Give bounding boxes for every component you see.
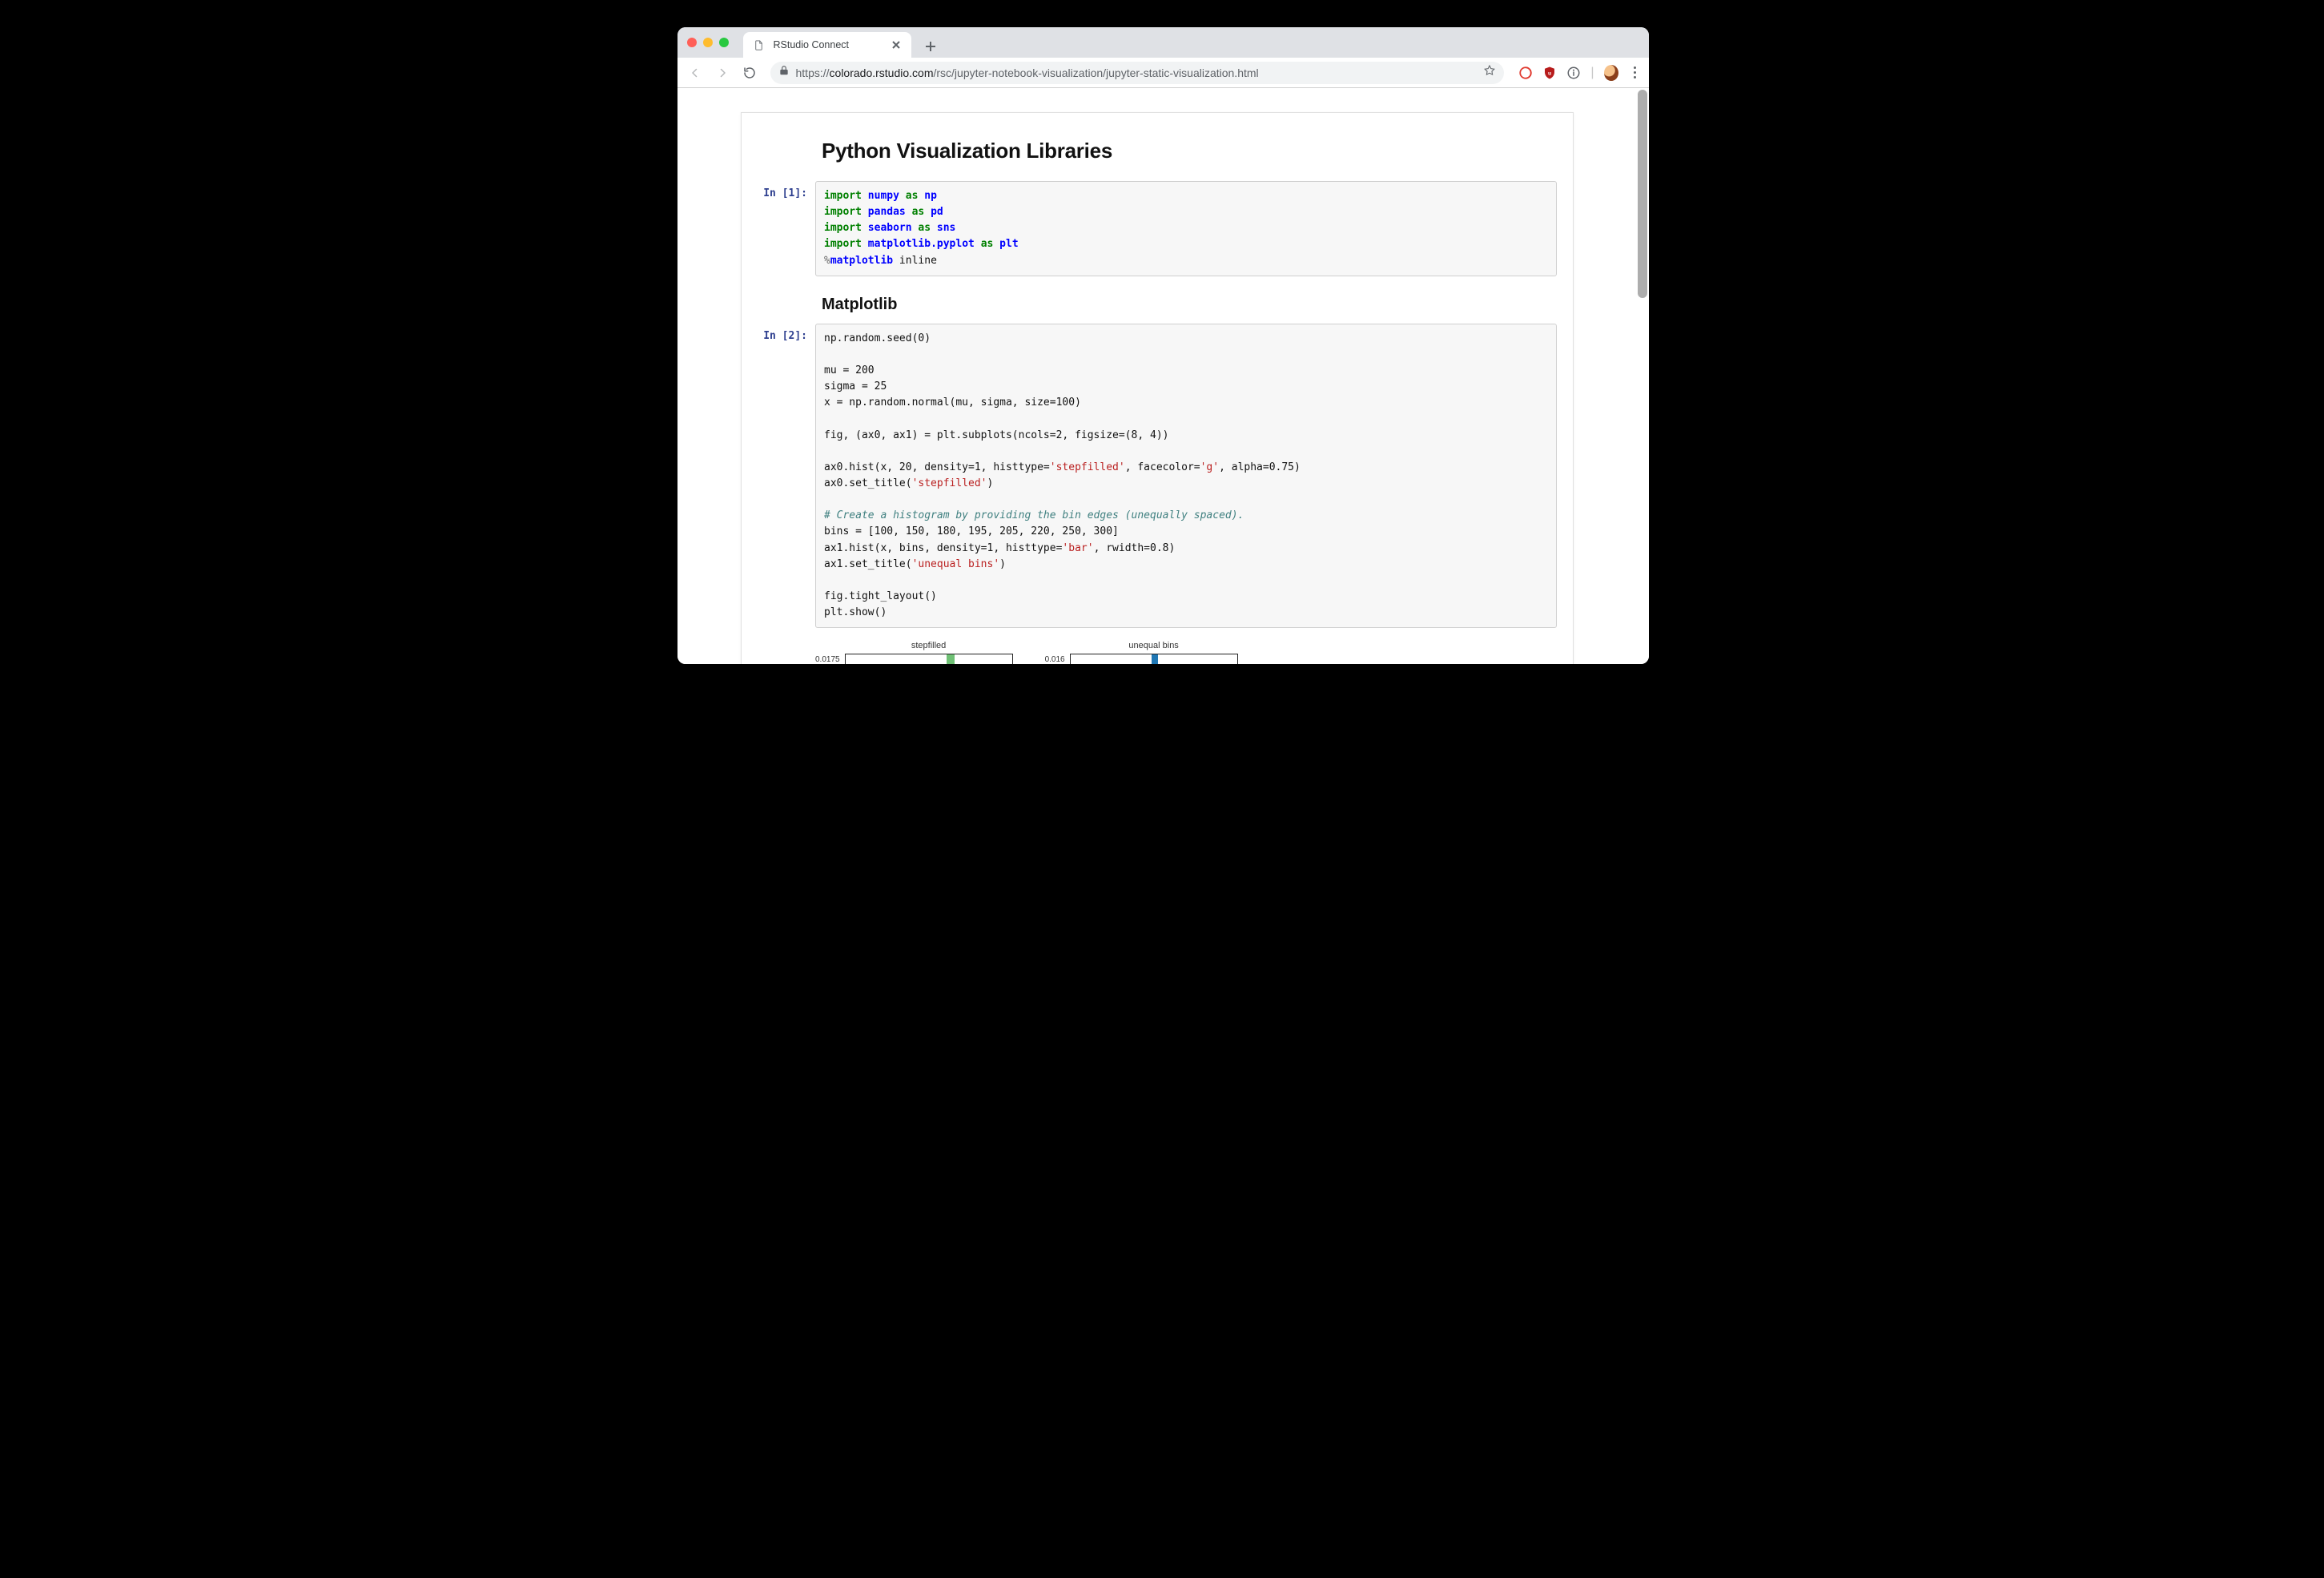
url-scheme: https:// [796,66,830,79]
url-host: colorado.rstudio.com [830,66,934,79]
bookmark-star-icon[interactable] [1483,64,1496,81]
axes-right [1070,654,1238,664]
bars-stepfilled [870,654,1009,664]
section-heading-matplotlib: Matplotlib [822,296,1557,314]
subplot-stepfilled: 0.01750.01500.01250.01000.0075 stepfille… [815,641,1013,664]
minimize-window-button[interactable] [703,38,713,47]
axes-left [845,654,1013,664]
browser-window: RStudio Connect [677,27,1649,664]
tab-active[interactable]: RStudio Connect [743,32,911,58]
zoom-window-button[interactable] [719,38,729,47]
cell-output-2: 0.01750.01500.01250.01000.0075 stepfille… [815,641,1557,664]
tab-close-button[interactable] [891,39,902,50]
y-tick-labels-left: 0.01750.01500.01250.01000.0075 [815,641,845,664]
tab-title: RStudio Connect [774,39,883,50]
site-info-icon[interactable] [1566,66,1581,80]
cell-prompt: In [1]: [758,181,815,199]
toolbar: https://colorado.rstudio.com/rsc/jupyter… [677,58,1649,88]
extensions: u | [1514,66,1642,80]
file-icon [753,38,766,51]
url-path: /rsc/jupyter-notebook-visualization/jupy… [933,66,1258,79]
figure-row: 0.01750.01500.01250.01000.0075 stepfille… [815,641,1557,664]
address-bar[interactable]: https://colorado.rstudio.com/rsc/jupyter… [770,62,1505,84]
vertical-scrollbar[interactable] [1638,90,1647,298]
page: Python Visualization Libraries In [1]: i… [677,88,1638,664]
svg-text:u: u [1548,70,1551,76]
stage: RStudio Connect [633,0,1691,697]
notebook-container: Python Visualization Libraries In [1]: i… [741,112,1574,664]
new-tab-button[interactable] [919,35,942,58]
axes-title-right: unequal bins [1070,641,1238,650]
profile-avatar[interactable] [1604,66,1618,80]
viewport: Python Visualization Libraries In [1]: i… [677,88,1649,664]
axes-title-left: stepfilled [845,641,1013,650]
url-text: https://colorado.rstudio.com/rsc/jupyter… [796,66,1259,79]
back-button[interactable] [684,62,706,84]
extension-ublock-icon[interactable]: u [1542,66,1557,80]
code-input-1[interactable]: import numpy as np import pandas as pd i… [815,181,1557,276]
window-controls [687,27,737,58]
y-tick-labels-right: 0.0160.0140.0120.0100.0080.006 [1045,641,1070,664]
page-title: Python Visualization Libraries [822,139,1557,163]
lock-icon [778,65,790,80]
extension-red-swirl-icon[interactable] [1518,66,1533,80]
reload-button[interactable] [738,62,761,84]
browser-menu-button[interactable] [1628,66,1642,80]
forward-button[interactable] [711,62,734,84]
cell-prompt: In [2]: [758,324,815,342]
code-cell-2: In [2]: np.random.seed(0) mu = 200 sigma… [758,324,1557,629]
subplot-unequal: 0.0160.0140.0120.0100.0080.006 unequal b… [1045,641,1238,664]
code-cell-1: In [1]: import numpy as np import pandas… [758,181,1557,276]
tab-strip: RStudio Connect [677,27,1649,58]
code-input-2[interactable]: np.random.seed(0) mu = 200 sigma = 25 x … [815,324,1557,629]
close-window-button[interactable] [687,38,697,47]
